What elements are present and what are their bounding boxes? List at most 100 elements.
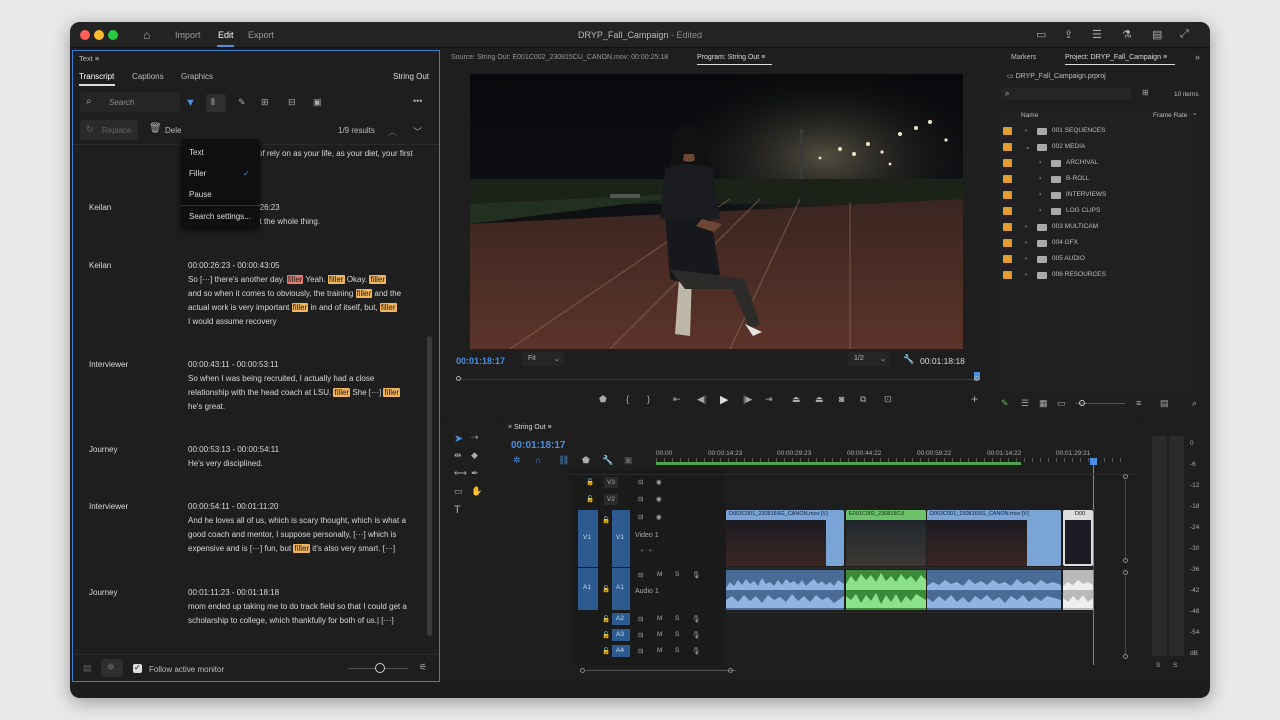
settings-sliders-icon[interactable]: ⚟ (419, 662, 427, 673)
solo-button[interactable]: S (675, 615, 679, 622)
chevron-right-icon[interactable]: › (1039, 175, 1041, 182)
vscroll-handle-bottom[interactable] (1123, 558, 1128, 563)
lock-icon[interactable]: 🔓 (586, 495, 594, 503)
sort-ascending-icon[interactable]: ⌃ (1192, 112, 1197, 120)
filler-word-highlight[interactable]: filler (333, 388, 351, 397)
label-color-swatch[interactable] (1003, 127, 1012, 135)
microphone-icon[interactable]: 🎙 (692, 631, 700, 639)
close-icon[interactable]: × (508, 424, 512, 431)
eye-icon[interactable]: ◉ (656, 495, 662, 503)
chevron-right-icon[interactable]: › (1025, 255, 1027, 262)
fullscreen-icon[interactable]: ⤢ (1180, 28, 1189, 41)
sequence-menu-icon[interactable]: ≡ (548, 424, 552, 431)
transcript-line[interactable]: he's great. (188, 400, 225, 414)
eye-icon[interactable]: ◉ (656, 513, 662, 521)
label-color-swatch[interactable] (1003, 239, 1012, 247)
eye-icon[interactable]: ◉ (656, 478, 662, 486)
scrubber-start[interactable] (456, 376, 461, 381)
solo-button[interactable]: S (675, 571, 679, 578)
project-search-input[interactable]: ⌕ (1001, 88, 1131, 100)
transcript-line[interactable]: good coach and mentor, I suppose persona… (188, 528, 396, 542)
program-monitor-tab[interactable]: Program: String Out ≡ (697, 54, 765, 61)
program-timecode[interactable]: 00:01:18:17 (456, 356, 505, 366)
microphone-icon[interactable]: 🎙 (692, 647, 700, 655)
vscroll-handle-top[interactable] (1123, 474, 1128, 479)
bin-row[interactable]: › LOG CLIPS (1003, 205, 1193, 218)
speaker-label[interactable]: Journey (89, 586, 117, 600)
split-segment-button[interactable]: ⦀ (206, 94, 226, 112)
lock-icon[interactable]: 🔓 (602, 647, 610, 655)
tab-captions[interactable]: Captions (132, 72, 164, 81)
add-marker-icon[interactable]: ⬟ (599, 394, 607, 405)
add-button-icon[interactable]: + (971, 392, 978, 406)
audio-clip[interactable] (726, 570, 844, 610)
filler-word-highlight[interactable]: filler (291, 303, 309, 312)
microphone-icon[interactable]: 🎙 (692, 615, 700, 623)
tab-graphics[interactable]: Graphics (181, 72, 213, 81)
bin-row[interactable]: › 001 SEQUENCES (1003, 125, 1193, 138)
chevron-right-icon[interactable]: › (1025, 271, 1027, 278)
sequence-tab[interactable]: × String Out ≡ (508, 424, 552, 431)
follow-monitor-checkbox[interactable]: ✓ (133, 663, 142, 673)
work-area-bar[interactable] (656, 462, 1021, 465)
pen-tool-icon[interactable]: ✒ (471, 468, 479, 479)
fit-dropdown[interactable]: Fit ⌄ (522, 352, 564, 366)
mute-button[interactable]: M (657, 571, 662, 578)
bin-row[interactable]: › 005 AUDIO (1003, 253, 1193, 266)
solo-button[interactable]: S (675, 647, 679, 654)
chevron-right-icon[interactable]: › (1039, 159, 1041, 166)
new-search-bin-icon[interactable]: ⊞ (1142, 88, 1149, 97)
mark-in-icon[interactable]: { (626, 394, 629, 404)
captions-track-icon[interactable]: ▣ (624, 455, 633, 466)
scrubber-end[interactable] (974, 376, 979, 381)
timeline-settings-icon[interactable]: 🔧 (602, 455, 613, 466)
sort-icon[interactable]: ≡ (1136, 398, 1141, 408)
pencil-icon[interactable]: ✎ (1001, 398, 1009, 409)
bin-row[interactable]: › 004 GFX (1003, 237, 1193, 250)
step-forward-icon[interactable]: |▶ (743, 394, 752, 405)
source-monitor-tab[interactable]: Source: String Out: E001C002_230815CU_CA… (451, 54, 668, 61)
bin-row[interactable]: ⌄ 002 MEDIA (1003, 141, 1193, 154)
audio-clip[interactable] (927, 570, 1061, 610)
audio-vscroll-track[interactable] (1125, 576, 1126, 654)
transcript-line[interactable]: So [···] there's another day. filler Yea… (188, 273, 387, 287)
video-clip[interactable]: E001C002_230815CU (846, 510, 926, 566)
go-to-in-icon[interactable]: ⇤ (673, 394, 681, 405)
video-clip[interactable]: D00 (1063, 510, 1093, 566)
audio-vscroll-handle-bottom[interactable] (1123, 654, 1128, 659)
mute-button[interactable]: M (657, 631, 662, 638)
transcript-line[interactable]: So when I was being recruited, I actuall… (188, 372, 374, 386)
audio-clip[interactable] (1063, 570, 1093, 610)
name-column-header[interactable]: Name (1021, 112, 1038, 119)
transcript-line[interactable]: scholarship to college, which thankfully… (188, 614, 394, 628)
transcript-line[interactable]: and so when it comes to obviously, the t… (188, 287, 401, 301)
audio-clip[interactable] (846, 570, 926, 610)
share-icon[interactable]: ⇪ (1064, 28, 1073, 41)
mute-button[interactable]: M (657, 647, 662, 654)
toggle-sync-icon[interactable]: ⊟ (638, 647, 643, 655)
transcript-line[interactable]: relationship with the head coach at LSU.… (188, 386, 401, 400)
monitor-menu-icon[interactable]: ≡ (761, 54, 765, 61)
toggle-sync-icon[interactable]: ⊟ (638, 571, 643, 579)
speaker-label[interactable]: Interviewer (89, 358, 128, 372)
timeline-timecode[interactable]: 00:01:18:17 (511, 440, 565, 451)
lock-icon[interactable]: 🔓 (602, 631, 610, 639)
toggle-sync-icon[interactable]: ⊟ (638, 478, 643, 486)
label-color-swatch[interactable] (1003, 191, 1012, 199)
time-ruler[interactable]: 00:00 00:00:14:23 00:00:29:23 00:00:44:22 00… (656, 440, 1136, 468)
playhead-handle[interactable] (1090, 458, 1097, 465)
delete-button[interactable]: 🗑 Dele (143, 120, 183, 140)
previous-result-icon[interactable]: ︿ (388, 125, 397, 138)
filler-word-highlight[interactable]: filler (383, 388, 401, 397)
dropdown-item-search-settings[interactable]: Search settings... (189, 212, 251, 221)
insert-icon[interactable]: ⊞ (261, 97, 269, 108)
speaker-label[interactable]: Keilan (89, 259, 111, 273)
lock-icon[interactable]: 🔓 (602, 615, 610, 623)
scrubber-track[interactable] (456, 379, 978, 380)
bin-icon[interactable]: ▤ (1160, 398, 1169, 409)
solo-right-button[interactable]: S (1173, 662, 1177, 669)
keyframe-nav-icon[interactable]: ◂ ◦ ▸ (640, 546, 652, 554)
list-view-icon[interactable]: ☰ (1021, 398, 1029, 409)
frame-rate-column-header[interactable]: Frame Rate (1153, 112, 1187, 119)
label-color-swatch[interactable] (1003, 255, 1012, 263)
